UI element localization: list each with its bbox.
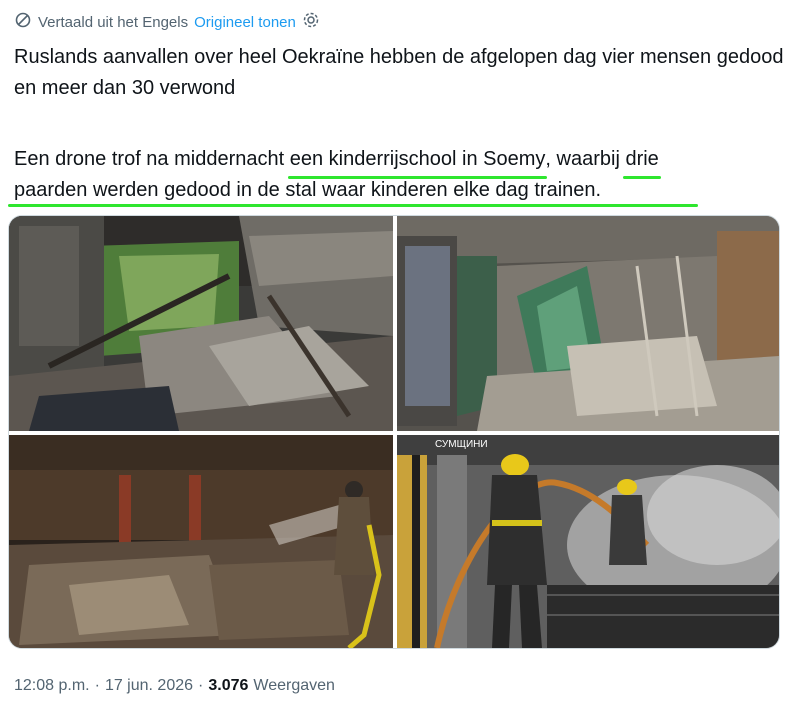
post-meta: 12:08 p.m. · 17 jun. 2026 · 3.076 Weerga…	[14, 677, 335, 695]
post-time[interactable]: 12:08 p.m.	[14, 677, 90, 695]
post-paragraph-2: Een drone trof na middernacht een kinder…	[14, 144, 784, 206]
post-paragraph-1: Ruslands aanvallen over heel Oekraïne he…	[14, 46, 784, 99]
views-label: Weergaven	[253, 677, 335, 694]
gear-icon[interactable]	[302, 11, 320, 33]
translation-label: Vertaald uit het Engels	[38, 13, 189, 31]
show-original-link[interactable]: Origineel tonen	[194, 14, 296, 31]
highlight-underline	[8, 204, 698, 207]
post-text-segment: Een drone trof na middernacht	[14, 148, 290, 170]
translate-icon	[14, 11, 32, 33]
photo-stable-corridor[interactable]	[397, 216, 779, 431]
post-text-segment: , waarbij	[545, 148, 626, 170]
separator-dot: ·	[198, 677, 204, 694]
photo-watermark: СУМЩИНИ	[435, 439, 488, 450]
media-grid[interactable]: СУМЩИНИ	[8, 215, 780, 649]
highlight-three: drie	[623, 144, 662, 179]
post-date[interactable]: 17 jun. 2026	[105, 677, 193, 695]
views-count: 3.076	[208, 677, 249, 694]
photo-stable-ruins[interactable]	[9, 216, 393, 431]
post-text-line2: paarden werden gedood in de stal waar ki…	[14, 179, 602, 201]
photo-firefighter-debris[interactable]	[9, 435, 393, 648]
highlight-school: een kinderrijschool in Soemy	[287, 144, 548, 179]
photo-firefighters-smoke[interactable]: СУМЩИНИ	[397, 435, 779, 648]
translation-bar: Vertaald uit het Engels Origineel tonen	[14, 8, 320, 36]
separator-dot: ·	[94, 677, 100, 694]
